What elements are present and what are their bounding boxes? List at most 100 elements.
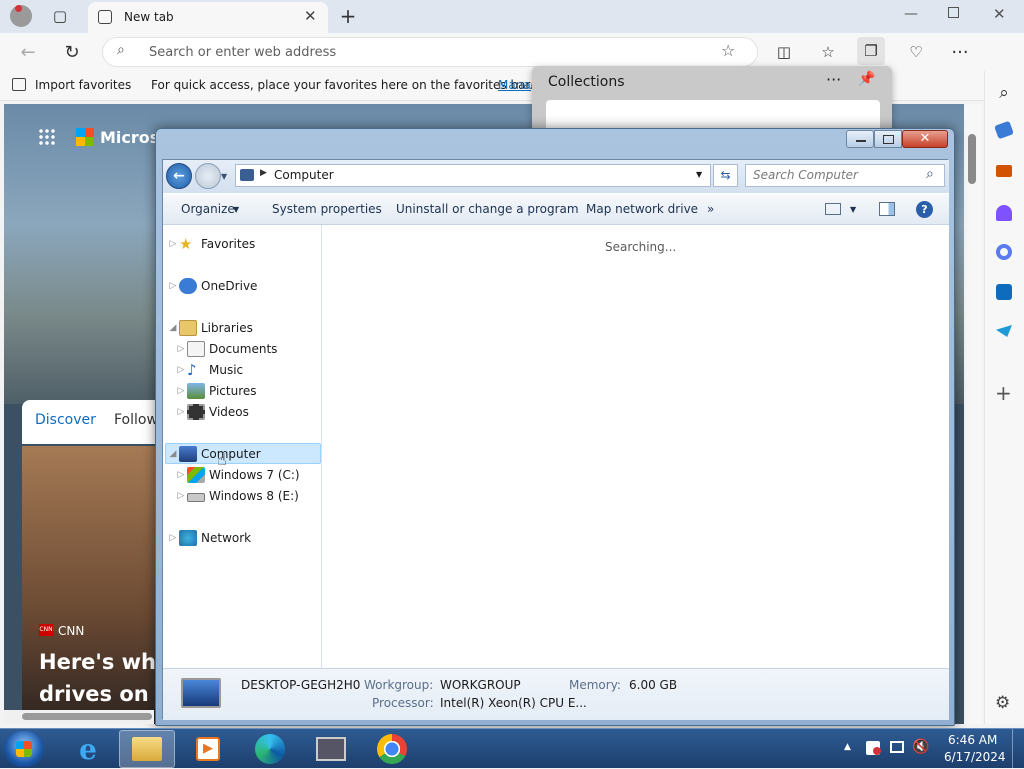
add-sidebar-icon[interactable]: + xyxy=(995,381,1012,405)
import-favorites-link[interactable]: Import favorites xyxy=(35,78,131,92)
recent-pages-icon[interactable]: ▼ xyxy=(221,172,227,181)
organize-button[interactable]: Organize xyxy=(181,202,235,216)
media-player-icon[interactable]: ▶ xyxy=(180,730,236,768)
tree-item-music[interactable]: ▷ ♪ Music xyxy=(175,359,244,380)
collections-icon[interactable]: ❐ xyxy=(857,37,885,65)
pin-icon[interactable]: 📌 xyxy=(858,71,875,87)
send-icon[interactable] xyxy=(996,325,1012,337)
tab-actions-icon[interactable]: ▢ xyxy=(46,2,74,30)
restore-icon[interactable] xyxy=(948,7,959,18)
tab-new-tab[interactable]: New tab ✕ xyxy=(88,2,328,33)
tree-item-computer[interactable]: ◢ Computer xyxy=(167,443,261,464)
system-properties-button[interactable]: System properties xyxy=(272,202,382,216)
import-icon xyxy=(12,78,26,91)
tree-item-windows7[interactable]: ▷ Windows 7 (C:) xyxy=(175,464,300,485)
expand-arrow-icon[interactable]: ▷ xyxy=(167,533,179,543)
scrollbar-thumb[interactable] xyxy=(968,134,976,184)
minimize-icon[interactable]: — xyxy=(904,6,918,22)
more-commands-button[interactable]: » xyxy=(707,202,714,216)
action-center-icon[interactable] xyxy=(866,741,881,755)
system-app-icon[interactable] xyxy=(303,730,359,768)
page-scrollbar[interactable] xyxy=(964,104,982,724)
horizontal-scrollbar-thumb[interactable] xyxy=(22,713,152,720)
organize-dropdown-icon[interactable]: ▼ xyxy=(233,205,239,214)
close-explorer-button[interactable]: ✕ xyxy=(902,130,948,148)
minimize-button[interactable] xyxy=(846,130,874,148)
tree-label: Documents xyxy=(209,341,278,356)
edge-taskbar-icon[interactable] xyxy=(242,730,298,768)
forward-button-icon[interactable] xyxy=(195,163,221,189)
favorites-icon[interactable]: ☆ xyxy=(814,38,842,66)
tree-item-windows8[interactable]: ▷ Windows 8 (E:) xyxy=(175,485,299,506)
refresh-icon[interactable]: ↻ xyxy=(58,38,86,66)
address-dropdown-icon[interactable]: ▼ xyxy=(696,170,702,179)
browser-essentials-icon[interactable]: ♡ xyxy=(902,38,930,66)
collapse-arrow-icon[interactable]: ◢ xyxy=(167,449,179,459)
show-desktop-button[interactable] xyxy=(1012,729,1024,769)
address-bar[interactable]: ⌕ Search or enter web address ☆ xyxy=(102,37,758,67)
address-box[interactable]: ▶ Computer ▼ xyxy=(235,164,711,187)
change-view-icon[interactable] xyxy=(825,203,841,215)
start-button-icon[interactable] xyxy=(4,731,44,767)
tree-item-onedrive[interactable]: ▷ OneDrive xyxy=(167,275,257,296)
sidebar-search-icon[interactable]: ⌕ xyxy=(990,79,1018,107)
content-pane: Searching... xyxy=(323,225,949,668)
more-icon[interactable]: ··· xyxy=(946,38,974,66)
tree-item-pictures[interactable]: ▷ Pictures xyxy=(175,380,257,401)
close-tab-icon[interactable]: ✕ xyxy=(304,7,317,25)
tree-item-documents[interactable]: ▷ Documents xyxy=(175,338,277,359)
split-screen-icon[interactable]: ◫ xyxy=(770,38,798,66)
refresh-explorer-icon[interactable]: ⇆ xyxy=(713,164,738,187)
tab-discover[interactable]: Discover xyxy=(35,412,96,428)
expand-arrow-icon[interactable]: ▷ xyxy=(175,365,187,375)
sidebar-settings-icon[interactable]: ⚙ xyxy=(995,693,1010,713)
internet-explorer-icon[interactable]: e xyxy=(60,730,116,768)
tree-item-videos[interactable]: ▷ Videos xyxy=(175,401,249,422)
clock-date[interactable]: 6/17/2024 xyxy=(944,750,1006,764)
news-source: CNN xyxy=(58,624,85,638)
back-icon[interactable]: ← xyxy=(14,38,42,66)
expand-arrow-icon[interactable]: ▷ xyxy=(175,386,187,396)
memory-value: 6.00 GB xyxy=(629,678,678,692)
add-favorite-icon[interactable]: ☆ xyxy=(721,41,735,60)
show-hidden-icons[interactable]: ▲ xyxy=(844,742,851,752)
map-network-drive-button[interactable]: Map network drive xyxy=(586,202,698,216)
close-window-icon[interactable]: ✕ xyxy=(993,5,1006,23)
new-tab-icon[interactable]: + xyxy=(334,2,362,30)
tree-item-network[interactable]: ▷ Network xyxy=(167,527,251,548)
office-icon[interactable] xyxy=(996,244,1012,260)
uninstall-program-button[interactable]: Uninstall or change a program xyxy=(396,202,579,216)
collections-more-icon[interactable]: ··· xyxy=(826,70,841,89)
expand-arrow-icon[interactable]: ▷ xyxy=(175,491,187,501)
tab-following[interactable]: Follow xyxy=(114,412,158,428)
tools-icon[interactable] xyxy=(996,165,1012,177)
explorer-body: ← ▼ ▶ Computer ▼ ⇆ Search Computer ⌕ Org… xyxy=(162,159,949,720)
view-dropdown-icon[interactable]: ▼ xyxy=(850,205,856,214)
people-icon[interactable] xyxy=(996,205,1012,221)
search-computer-box[interactable]: Search Computer ⌕ xyxy=(745,164,945,187)
volume-muted-icon[interactable]: 🔇 xyxy=(912,739,929,755)
horizontal-scrollbar[interactable] xyxy=(4,710,154,724)
expand-arrow-icon[interactable]: ▷ xyxy=(175,344,187,354)
file-explorer-icon[interactable] xyxy=(119,730,175,768)
clock-time[interactable]: 6:46 AM xyxy=(948,733,997,747)
expand-arrow-icon[interactable]: ▷ xyxy=(167,281,179,291)
network-tray-icon[interactable] xyxy=(890,741,904,753)
breadcrumb[interactable]: Computer xyxy=(274,168,334,182)
favbar-hint: For quick access, place your favorites h… xyxy=(151,78,534,92)
tree-item-libraries[interactable]: ◢ Libraries xyxy=(167,317,253,338)
collapse-arrow-icon[interactable]: ◢ xyxy=(167,323,179,333)
shopping-tag-icon[interactable] xyxy=(994,120,1014,140)
apps-grid-icon[interactable] xyxy=(38,128,56,146)
expand-arrow-icon[interactable]: ▷ xyxy=(167,239,179,249)
outlook-icon[interactable] xyxy=(996,284,1012,300)
expand-arrow-icon[interactable]: ▷ xyxy=(175,470,187,480)
breadcrumb-arrow-icon[interactable]: ▶ xyxy=(260,168,267,178)
maximize-button[interactable] xyxy=(874,130,902,148)
back-button-icon[interactable]: ← xyxy=(166,163,192,189)
help-icon[interactable]: ? xyxy=(916,201,933,218)
chrome-icon[interactable] xyxy=(364,730,420,768)
tree-item-favorites[interactable]: ▷ ★ Favorites xyxy=(167,233,256,254)
preview-pane-icon[interactable] xyxy=(879,202,895,216)
expand-arrow-icon[interactable]: ▷ xyxy=(175,407,187,417)
